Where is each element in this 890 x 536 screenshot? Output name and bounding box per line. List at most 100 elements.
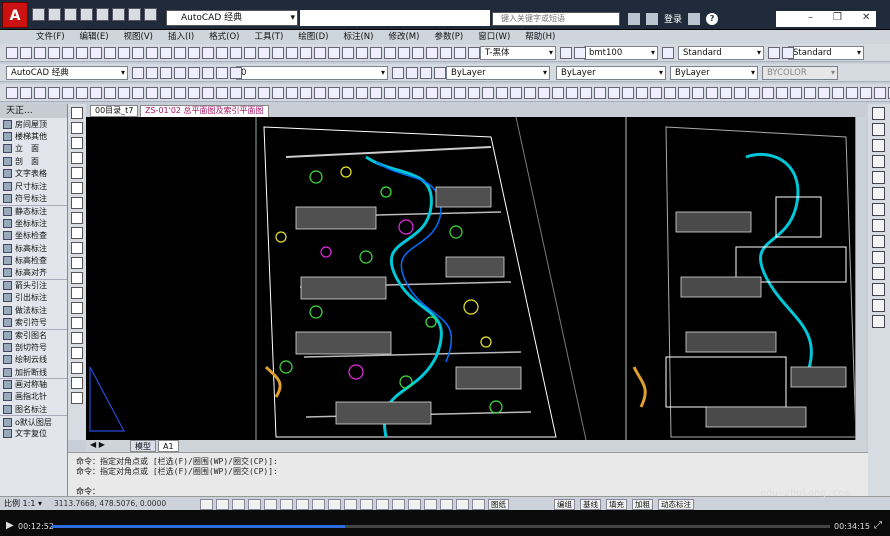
status-toggle-icon[interactable] xyxy=(200,499,213,510)
standard-tool-icon[interactable] xyxy=(440,47,452,59)
dim-style-select[interactable]: bmt100 xyxy=(584,46,658,60)
standard-tool-icon[interactable] xyxy=(244,47,256,59)
search-input[interactable]: 键入关键字或短语 xyxy=(492,12,620,26)
standard-tool-icon[interactable] xyxy=(174,47,186,59)
layer-tool-icon[interactable] xyxy=(146,67,158,79)
linetype-select[interactable]: ByLayer xyxy=(556,66,666,80)
status-button[interactable]: 加粗 xyxy=(632,499,653,510)
tangent-tool-icon[interactable] xyxy=(342,87,354,99)
menu-item[interactable]: 文件(F) xyxy=(36,30,65,44)
palette-item[interactable]: 文字复位 xyxy=(0,428,67,440)
draw-tool-icon[interactable] xyxy=(71,122,83,134)
tangent-tool-icon[interactable] xyxy=(818,87,830,99)
layer-tool-icon[interactable] xyxy=(420,67,432,79)
status-toggle-icon[interactable] xyxy=(328,499,341,510)
tangent-tool-icon[interactable] xyxy=(860,87,872,99)
tangent-tool-icon[interactable] xyxy=(524,87,536,99)
standard-tool-icon[interactable] xyxy=(398,47,410,59)
layer-tool-icon[interactable] xyxy=(216,67,228,79)
tangent-tool-icon[interactable] xyxy=(664,87,676,99)
text-style-select[interactable]: T-黑体 xyxy=(480,46,556,60)
tangent-tool-icon[interactable] xyxy=(146,87,158,99)
draw-tool-icon[interactable] xyxy=(71,182,83,194)
tangent-tool-icon[interactable] xyxy=(76,87,88,99)
tangent-tool-icon[interactable] xyxy=(272,87,284,99)
application-menu-button[interactable]: A xyxy=(2,2,28,28)
standard-tool-icon[interactable] xyxy=(160,47,172,59)
layer-select[interactable]: 0 xyxy=(236,66,388,80)
palette-item[interactable]: 剖 面 xyxy=(0,155,67,167)
palette-item[interactable]: o默认图层 xyxy=(0,415,67,427)
tangent-tool-icon[interactable] xyxy=(20,87,32,99)
palette-item[interactable]: 房间屋顶 xyxy=(0,118,67,130)
layer-tool-icon[interactable] xyxy=(406,67,418,79)
draw-tool-icon[interactable] xyxy=(71,242,83,254)
draw-tool-icon[interactable] xyxy=(71,152,83,164)
draw-tool-icon[interactable] xyxy=(71,317,83,329)
tangent-tool-icon[interactable] xyxy=(692,87,704,99)
status-toggle-icon[interactable] xyxy=(440,499,453,510)
tangent-tool-icon[interactable] xyxy=(300,87,312,99)
status-toggle-icon[interactable] xyxy=(424,499,437,510)
nav-tool-icon[interactable] xyxy=(872,139,885,152)
palette-item[interactable]: 索引符号 xyxy=(0,316,67,328)
tangent-tool-icon[interactable] xyxy=(776,87,788,99)
draw-tool-icon[interactable] xyxy=(71,197,83,209)
palette-item[interactable]: 箭头引注 xyxy=(0,279,67,291)
tangent-tool-icon[interactable] xyxy=(846,87,858,99)
tangent-tool-icon[interactable] xyxy=(734,87,746,99)
menu-item[interactable]: 参数(P) xyxy=(434,30,463,44)
tangent-tool-icon[interactable] xyxy=(510,87,522,99)
annotation-scale[interactable]: 比例 1:1 ▾ xyxy=(4,498,42,509)
tangent-tool-icon[interactable] xyxy=(608,87,620,99)
standard-tool-icon[interactable] xyxy=(216,47,228,59)
standard-tool-icon[interactable] xyxy=(118,47,130,59)
tangent-tool-icon[interactable] xyxy=(580,87,592,99)
tab-a1[interactable]: A1 xyxy=(158,440,179,452)
status-toggle-icon[interactable] xyxy=(376,499,389,510)
status-toggle-icon[interactable] xyxy=(472,499,485,510)
menu-item[interactable]: 格式(O) xyxy=(209,30,239,44)
standard-tool-icon[interactable] xyxy=(574,47,586,59)
standard-tool-icon[interactable] xyxy=(768,47,780,59)
tangent-tool-icon[interactable] xyxy=(48,87,60,99)
tangent-tool-icon[interactable] xyxy=(454,87,466,99)
tab-site-plan[interactable]: ZS-01'02 总平面图及索引平面图 xyxy=(140,105,269,117)
standard-tool-icon[interactable] xyxy=(370,47,382,59)
standard-tool-icon[interactable] xyxy=(300,47,312,59)
tangent-tool-icon[interactable] xyxy=(804,87,816,99)
status-toggle-icon[interactable] xyxy=(232,499,245,510)
tangent-tool-icon[interactable] xyxy=(188,87,200,99)
palette-item[interactable]: 静态标注 xyxy=(0,204,67,217)
status-toggle-icon[interactable] xyxy=(248,499,261,510)
tangent-tool-icon[interactable] xyxy=(90,87,102,99)
standard-tool-icon[interactable] xyxy=(342,47,354,59)
nav-tool-icon[interactable] xyxy=(872,315,885,328)
tangent-tool-icon[interactable] xyxy=(636,87,648,99)
status-toggle-icon[interactable] xyxy=(360,499,373,510)
print-icon[interactable] xyxy=(96,8,109,21)
nav-tool-icon[interactable] xyxy=(872,235,885,248)
palette-item[interactable]: 标高对齐 xyxy=(0,267,67,279)
nav-tool-icon[interactable] xyxy=(872,267,885,280)
open-icon[interactable] xyxy=(48,8,61,21)
tangent-tool-icon[interactable] xyxy=(566,87,578,99)
tangent-tool-icon[interactable] xyxy=(538,87,550,99)
tangent-tool-icon[interactable] xyxy=(258,87,270,99)
draw-tool-icon[interactable] xyxy=(71,227,83,239)
draw-tool-icon[interactable] xyxy=(71,332,83,344)
binoculars-icon[interactable] xyxy=(628,12,640,25)
status-button[interactable]: 填充 xyxy=(606,499,627,510)
nav-tool-icon[interactable] xyxy=(872,123,885,136)
layer-tool-icon[interactable] xyxy=(132,67,144,79)
standard-tool-icon[interactable] xyxy=(188,47,200,59)
layer-tool-icon[interactable] xyxy=(188,67,200,79)
tangent-tool-icon[interactable] xyxy=(832,87,844,99)
workspace-select[interactable]: AutoCAD 经典 xyxy=(6,66,128,80)
fullscreen-icon[interactable]: ⤢ xyxy=(874,520,882,531)
save-as-icon[interactable] xyxy=(80,8,93,21)
plot-icon[interactable] xyxy=(112,8,125,21)
nav-tool-icon[interactable] xyxy=(872,155,885,168)
tangent-tool-icon[interactable] xyxy=(706,87,718,99)
tangent-tool-icon[interactable] xyxy=(314,87,326,99)
